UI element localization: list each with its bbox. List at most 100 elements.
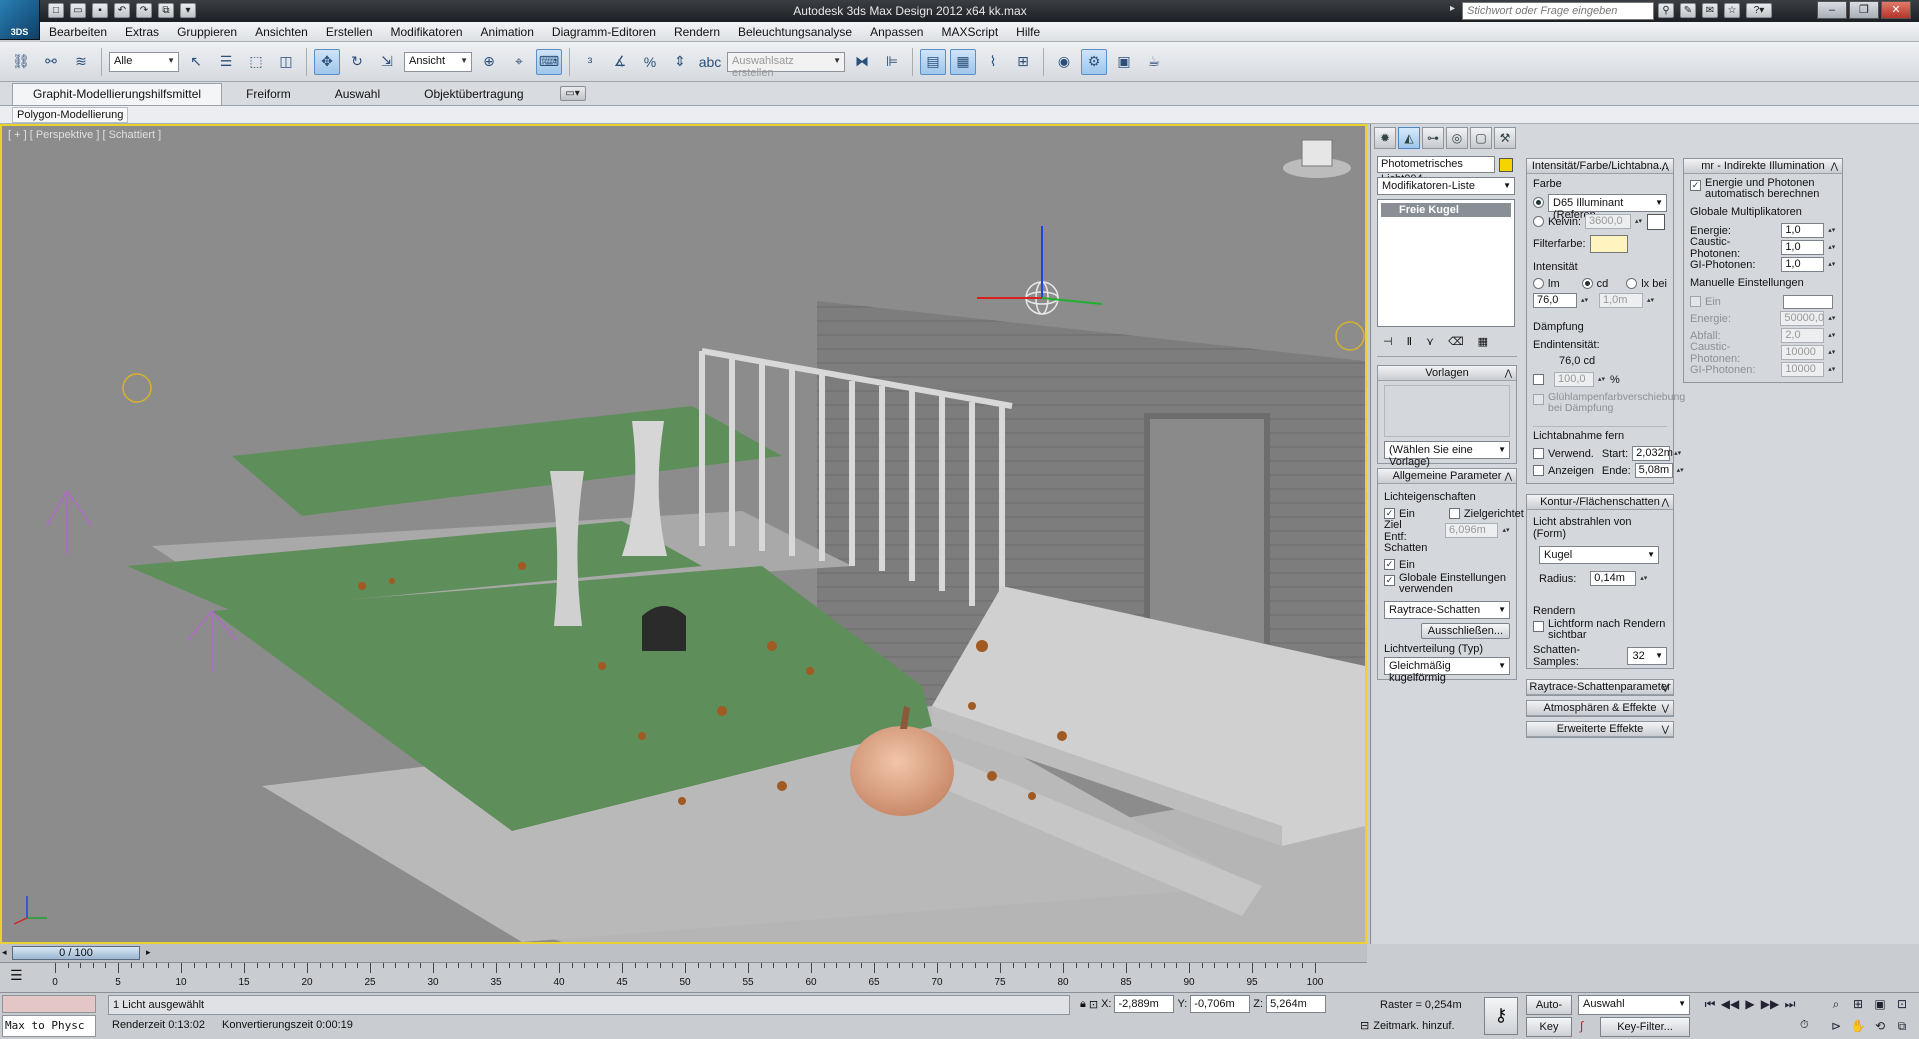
rendered-frame-window-icon[interactable]: ▣ — [1111, 49, 1137, 75]
schematic-view-icon[interactable]: ⊞ — [1010, 49, 1036, 75]
default-tangent-icon[interactable]: ∫ — [1580, 1019, 1583, 1033]
unit-cd-radio[interactable] — [1581, 278, 1593, 289]
help-icon[interactable]: ?▾ — [1746, 3, 1772, 18]
templates-header[interactable]: Vorlagen — [1378, 366, 1516, 381]
dimming-percent-field[interactable]: 100,0 — [1554, 372, 1594, 387]
color-preset-dropdown[interactable]: D65 Illuminant (Referen — [1548, 193, 1667, 221]
configure-sets-icon[interactable]: ▦ — [1478, 335, 1488, 348]
shape-shadows-header[interactable]: Kontur-/Flächenschatten — [1527, 495, 1673, 510]
manual-energy-field[interactable]: 50000,0 — [1780, 311, 1825, 326]
caustic-photons-field[interactable]: 1,0 — [1781, 240, 1825, 255]
intensity-header[interactable]: Intensität/Farbe/Lichtabna... — [1527, 159, 1673, 174]
atmosphere-header[interactable]: Atmosphären & Effekte — [1527, 701, 1673, 716]
angle-snap-icon[interactable]: ∡ — [607, 49, 633, 75]
tab-graphit-modellierung[interactable]: Graphit-Modellierungshilfsmittel — [12, 82, 223, 105]
select-and-link-icon[interactable]: ⛓ — [8, 49, 34, 75]
object-color-swatch[interactable] — [1499, 157, 1513, 172]
absolute-mode-icon[interactable]: ⊡ — [1089, 998, 1098, 1011]
app-logo[interactable]: 3DS — [0, 0, 40, 40]
menu-animation[interactable]: Animation — [472, 22, 543, 42]
percent-snap-icon[interactable]: % — [637, 49, 663, 75]
rectangular-selection-icon[interactable]: ⬚ — [243, 49, 269, 75]
menu-gruppieren[interactable]: Gruppieren — [168, 22, 246, 42]
menu-modifikatoren[interactable]: Modifikatoren — [382, 22, 472, 42]
spinner-arrows-icon[interactable]: ▴▾ — [1647, 293, 1655, 308]
render-production-icon[interactable]: ☕ — [1141, 49, 1167, 75]
search-expand-icon[interactable]: ▸ — [1450, 3, 1455, 14]
orbit-icon[interactable]: ⟲ — [1870, 1017, 1890, 1037]
layer-manager-icon[interactable]: ▤ — [920, 48, 946, 75]
time-slider-thumb[interactable]: 0 / 100 — [12, 946, 140, 960]
select-and-scale-icon[interactable]: ⇲ — [374, 49, 400, 75]
mini-curve-editor-icon[interactable]: ☰ — [10, 967, 23, 984]
light-on-checkbox[interactable]: ✓ — [1384, 508, 1395, 519]
time-prev-icon[interactable]: ◂ — [2, 947, 7, 958]
close-icon[interactable]: ✕ — [1881, 1, 1911, 19]
snaps-toggle-icon[interactable]: ³ — [577, 49, 603, 75]
stack-item-freie-kugel[interactable]: Freie Kugel — [1381, 203, 1511, 217]
spinner-arrows-icon[interactable]: ▴▾ — [1828, 362, 1836, 377]
field-of-view-icon[interactable]: ⊳ — [1826, 1017, 1846, 1037]
select-and-move-icon[interactable]: ✥ — [314, 48, 340, 75]
filter-color-swatch[interactable] — [1589, 235, 1628, 253]
menu-erstellen[interactable]: Erstellen — [317, 22, 382, 42]
hold-icon[interactable]: ⧉ — [158, 3, 174, 18]
show-attenuation-checkbox[interactable] — [1533, 465, 1544, 476]
window-crossing-icon[interactable]: ◫ — [273, 49, 299, 75]
curve-editor-icon[interactable]: ⌇ — [980, 49, 1006, 75]
preset-radio[interactable] — [1533, 197, 1544, 208]
display-tab-icon[interactable]: ▢ — [1470, 127, 1492, 149]
tab-auswahl[interactable]: Auswahl — [315, 84, 400, 104]
spinner-arrows-icon[interactable]: ▴▾ — [1828, 240, 1836, 255]
shape-dropdown[interactable]: Kugel — [1539, 546, 1659, 564]
spinner-arrows-icon[interactable]: ▴▾ — [1598, 372, 1606, 387]
mr-indirect-header[interactable]: mr - Indirekte Illumination — [1684, 159, 1842, 174]
ribbon-options-icon[interactable]: ▭▾ — [559, 86, 586, 101]
use-global-checkbox[interactable]: ✓ — [1384, 575, 1395, 586]
start-field[interactable]: 2,032m — [1632, 446, 1673, 461]
key-filters-button[interactable]: Key-Filter... — [1600, 1017, 1690, 1037]
gi-photons-field[interactable]: 1,0 — [1781, 257, 1825, 272]
time-config-icon[interactable]: ⏱ — [1800, 1019, 1809, 1032]
unit-lm-radio[interactable] — [1533, 278, 1544, 289]
create-tab-icon[interactable]: ✹ — [1374, 127, 1396, 149]
tab-objektuebertragung[interactable]: Objektübertragung — [404, 84, 543, 104]
menu-bearbeiten[interactable]: Bearbeiten — [40, 22, 116, 42]
hierarchy-tab-icon[interactable]: ⊶ — [1422, 127, 1444, 149]
align-icon[interactable]: ⊫ — [879, 49, 905, 75]
templates-list[interactable] — [1384, 385, 1510, 437]
raytrace-header[interactable]: Raytrace-Schattenparameter — [1527, 680, 1673, 695]
intensity-field[interactable]: 76,0 — [1533, 293, 1577, 308]
set-key-icon[interactable]: ⚷ — [1484, 997, 1518, 1035]
scene-render[interactable] — [2, 126, 1365, 942]
prev-frame-icon[interactable]: ◀◀ — [1720, 995, 1740, 1015]
track-bar[interactable]: ☰ 0 5 10 15 20 25 30 35 40 45 50 55 60 65 70 75 80 85 90 95… — [0, 962, 1367, 992]
maximize-viewport-icon[interactable]: ⧉ — [1892, 1017, 1912, 1037]
setkey-button[interactable]: Key eins. — [1526, 1017, 1572, 1037]
menu-anpassen[interactable]: Anpassen — [861, 22, 932, 42]
modifier-list-dropdown[interactable]: Modifikatoren-Liste — [1377, 177, 1515, 195]
visible-in-render-checkbox[interactable] — [1533, 621, 1544, 632]
menu-extras[interactable]: Extras — [116, 22, 168, 42]
save-icon[interactable]: ▪ — [92, 3, 108, 18]
radius-field[interactable]: 0,14m — [1590, 571, 1637, 586]
minimize-icon[interactable]: – — [1817, 1, 1847, 19]
spinner-arrows-icon[interactable]: ▴▾ — [1828, 311, 1836, 326]
graphite-ribbon-icon[interactable]: ▦ — [950, 48, 976, 75]
modify-tab-icon[interactable]: ◭ — [1398, 127, 1420, 149]
select-object-icon[interactable]: ↖ — [183, 49, 209, 75]
spinner-arrows-icon[interactable]: ▴▾ — [1581, 293, 1589, 308]
pin-stack-icon[interactable]: ⊣ — [1383, 335, 1393, 348]
open-file-icon[interactable]: ▭ — [70, 3, 86, 18]
motion-tab-icon[interactable]: ◎ — [1446, 127, 1468, 149]
spinner-arrows-icon[interactable]: ▴▾ — [1674, 446, 1681, 461]
lx-distance-field[interactable]: 1,0m — [1599, 293, 1643, 308]
end-field[interactable]: 5,08m — [1634, 463, 1673, 478]
show-end-result-icon[interactable]: Ⅱ — [1407, 335, 1412, 348]
tab-freiform[interactable]: Freiform — [226, 84, 311, 104]
bind-spacewarp-icon[interactable]: ≋ — [68, 49, 94, 75]
spinner-arrows-icon[interactable]: ▴▾ — [1677, 463, 1684, 478]
help-search-input[interactable]: Stichwort oder Frage eingeben — [1462, 2, 1654, 20]
menu-beleuchtungsanalyse[interactable]: Beleuchtungsanalyse — [729, 22, 861, 42]
manual-on-checkbox[interactable] — [1690, 296, 1701, 307]
